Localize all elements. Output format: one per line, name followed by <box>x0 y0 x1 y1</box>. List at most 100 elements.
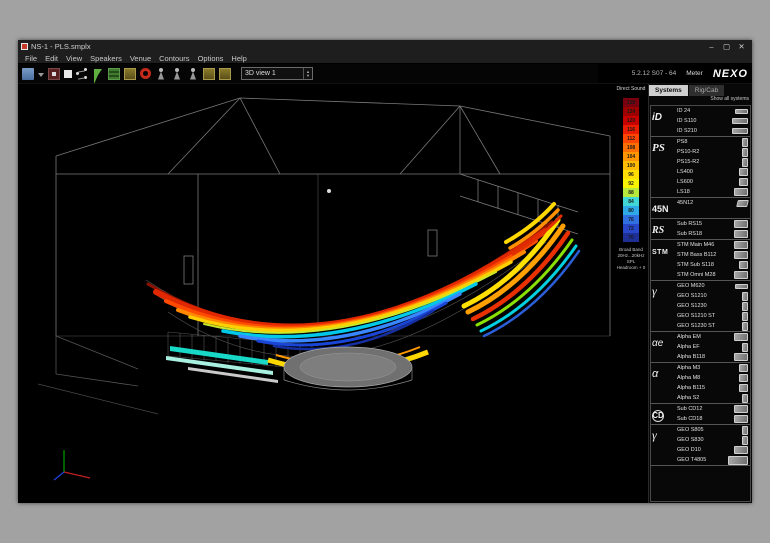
system-item[interactable]: STM Sub S118 <box>675 260 750 270</box>
select-cursor-icon[interactable] <box>92 68 104 80</box>
system-items: STM Main M46STM Bass B112STM Sub S118STM… <box>675 240 750 280</box>
menu-options[interactable]: Options <box>194 54 228 63</box>
system-items: Alpha EM Alpha EF Alpha B118 <box>675 332 750 362</box>
stop-icon[interactable] <box>64 70 72 78</box>
open-caret-icon[interactable] <box>38 68 44 80</box>
viewport-3d[interactable] <box>18 84 614 503</box>
nexo-ring-icon[interactable] <box>140 68 151 79</box>
speaker-thumb <box>742 394 748 403</box>
menu-file[interactable]: File <box>21 54 41 63</box>
system-item[interactable]: LS600 <box>675 177 750 187</box>
close-button[interactable]: ✕ <box>734 42 749 51</box>
speaker-cabinet-icon[interactable] <box>124 68 136 80</box>
save-icon[interactable] <box>48 68 60 80</box>
system-item[interactable]: ID S110 <box>675 116 750 126</box>
system-item-label: 45N12 <box>677 200 693 206</box>
legend-footer: Broad Band20Hz...20kHzSPLHeadroom + 0 <box>617 247 646 271</box>
contours-icon[interactable] <box>219 68 231 80</box>
system-item-label: Alpha M8 <box>677 375 700 381</box>
menu-speakers[interactable]: Speakers <box>86 54 126 63</box>
system-item[interactable]: LS400 <box>675 167 750 177</box>
tab-rig-cab[interactable]: Rig/Cab <box>689 85 724 96</box>
menu-venue[interactable]: Venue <box>126 54 155 63</box>
system-item[interactable]: GEO D10 <box>675 445 750 455</box>
system-item[interactable]: GEO S805 <box>675 425 750 435</box>
ps-logo: PS <box>652 142 665 154</box>
system-item[interactable]: GEO S1230 <box>675 301 750 311</box>
system-item[interactable]: PS15-R2 <box>675 157 750 167</box>
system-item[interactable]: ID S210 <box>675 126 750 136</box>
system-item[interactable]: Alpha EF <box>675 342 750 352</box>
system-section-cd: CD Sub CD12Sub CD18 <box>651 404 750 425</box>
listener-1-icon[interactable] <box>155 68 167 80</box>
speaker-thumb <box>742 138 748 147</box>
system-item[interactable]: Alpha EM <box>675 332 750 342</box>
system-item[interactable]: LS18 <box>675 187 750 197</box>
speaker-thumb <box>728 456 748 465</box>
system-item[interactable]: Alpha B115 <box>675 383 750 393</box>
rs-logo: RS <box>652 225 664 236</box>
system-item[interactable]: Sub RS15 <box>675 219 750 229</box>
menu-contours[interactable]: Contours <box>155 54 193 63</box>
desktop-background: NS-1 - PLS.smplx – ▢ ✕ FileEditViewSpeak… <box>0 0 770 543</box>
cd-logo: CD <box>652 410 664 422</box>
system-item[interactable]: Alpha M8 <box>675 373 750 383</box>
listener-3-icon[interactable] <box>187 68 199 80</box>
system-item[interactable]: 45N12 <box>675 198 750 208</box>
system-item[interactable]: GEO S830 <box>675 435 750 445</box>
system-item-label: GEO M620 <box>677 283 705 289</box>
toolbar-row: 3D view 1 ▲▼ 5.2.12 S07 - 64 Meter NEXO <box>18 64 752 84</box>
system-section-rs: RS Sub RS15 Sub RS18 <box>651 219 750 240</box>
open-folder-icon[interactable] <box>22 68 34 80</box>
system-item[interactable]: STM Omni M28 <box>675 270 750 280</box>
system-section-stm: STMSTM Main M46STM Bass B112STM Sub S118… <box>651 240 750 281</box>
speaker-thumb <box>734 220 748 228</box>
system-item[interactable]: GEO S1230 ST <box>675 321 750 331</box>
system-section-geom: γGEO M620GEO S1210GEO S1230GEO S1210 STG… <box>651 281 750 332</box>
system-item-label: PS15-R2 <box>677 159 699 165</box>
system-items: Sub RS15 Sub RS18 <box>675 219 750 239</box>
system-item[interactable]: Sub CD18 <box>675 414 750 424</box>
system-section-ps: PS PS8PS10-R2 PS15-R2 LS400LS600LS18 <box>651 137 750 198</box>
system-item[interactable]: Alpha S2 <box>675 393 750 403</box>
system-item[interactable]: ID 24 <box>675 106 750 116</box>
menu-help[interactable]: Help <box>227 54 250 63</box>
maximize-button[interactable]: ▢ <box>719 42 734 51</box>
system-item-label: ID S210 <box>677 128 697 134</box>
view-selector-spinner[interactable]: ▲▼ <box>303 68 312 79</box>
mapping-icon[interactable] <box>203 68 215 80</box>
system-item[interactable]: Alpha B118 <box>675 352 750 362</box>
minimize-button[interactable]: – <box>704 42 719 51</box>
system-item[interactable]: GEO S1210 ST <box>675 311 750 321</box>
system-item[interactable]: PS10-R2 <box>675 147 750 157</box>
legend-band: 80 <box>623 206 639 215</box>
system-item[interactable]: Sub CD12 <box>675 404 750 414</box>
system-item-label: Sub RS18 <box>677 231 702 237</box>
system-item[interactable]: GEO M620 <box>675 281 750 291</box>
n45-logo: 45N <box>652 204 669 214</box>
stm-brand: STM <box>651 240 675 280</box>
system-item[interactable]: STM Bass B112 <box>675 250 750 260</box>
system-item[interactable]: Alpha M3 <box>675 363 750 373</box>
nexo-logo: NEXO <box>713 68 748 80</box>
listener-2-icon[interactable] <box>171 68 183 80</box>
system-item[interactable]: GEO T4805 <box>675 455 750 465</box>
venue-grid-icon[interactable] <box>108 68 120 80</box>
legend-band: 84 <box>623 197 639 206</box>
legend-band: 124 <box>623 107 639 116</box>
system-item-label: Alpha EM <box>677 334 701 340</box>
system-item[interactable]: Sub RS18 <box>675 229 750 239</box>
alphae-logo: αe <box>652 338 663 349</box>
system-item[interactable]: STM Main M46 <box>675 240 750 250</box>
view-selector[interactable]: 3D view 1 ▲▼ <box>241 67 313 80</box>
share-network-icon[interactable] <box>76 68 88 80</box>
system-item[interactable]: PS8 <box>675 137 750 147</box>
show-all-systems-link[interactable]: Show all systems <box>649 96 752 105</box>
system-item-label: Alpha EF <box>677 344 700 350</box>
menu-view[interactable]: View <box>62 54 86 63</box>
menu-edit[interactable]: Edit <box>41 54 62 63</box>
tab-systems[interactable]: Systems <box>649 85 688 96</box>
system-item[interactable]: GEO S1210 <box>675 291 750 301</box>
ps-brand: PS <box>651 137 675 197</box>
system-items: Alpha M3 Alpha M8 Alpha B115Alpha S2 <box>675 363 750 403</box>
